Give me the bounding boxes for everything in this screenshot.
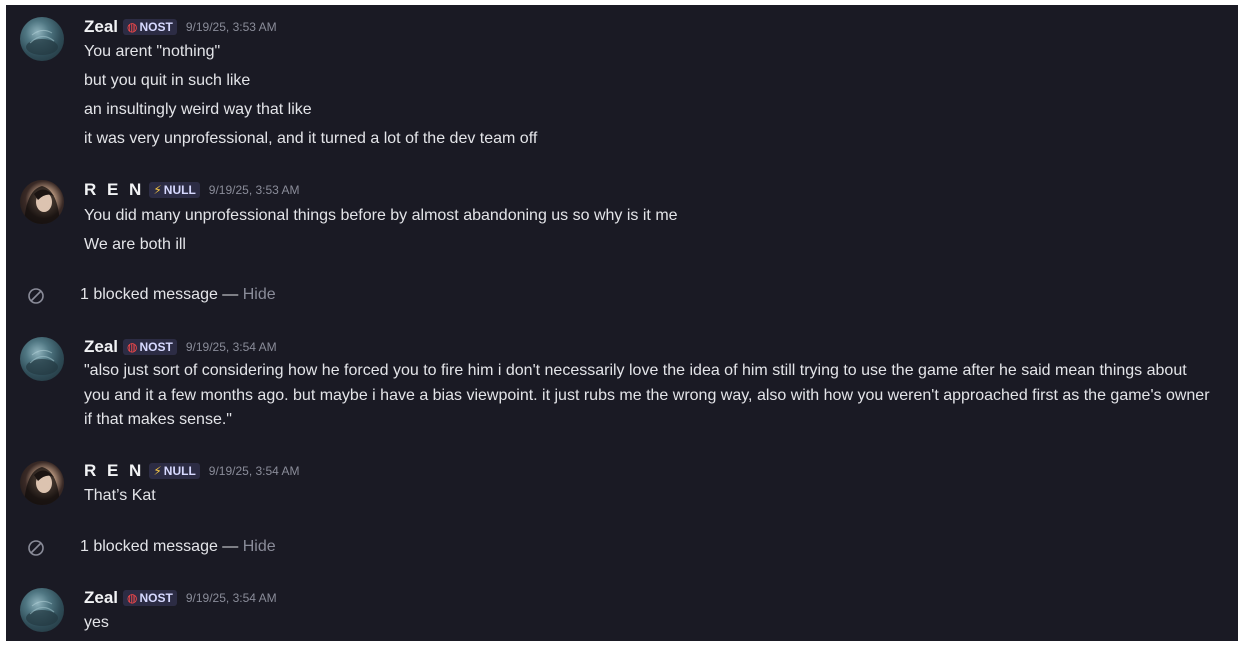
ring-icon: ◍ [127,591,138,605]
username[interactable]: Zeal [84,588,118,608]
server-tag[interactable]: ◍ NOST [123,339,177,355]
avatar[interactable] [20,461,64,505]
timestamp: 9/19/25, 3:54 AM [185,591,277,605]
server-tag[interactable]: ◍ NOST [123,590,177,606]
username[interactable]: Zeal [84,337,118,357]
message-text: yes [84,614,109,631]
blocked-message-row: 1 blocked message — Hide [6,537,1238,559]
server-tag[interactable]: ⚡ NULL [149,463,200,479]
timestamp: 9/19/25, 3:54 AM [185,340,277,354]
message-text: That’s Kat [84,487,156,504]
blocked-icon [28,540,44,556]
ring-icon: ◍ [127,340,138,354]
lightning-icon: ⚡ [153,183,162,197]
message-header: Zeal ◍ NOST 9/19/25, 3:54 AM [84,588,277,608]
timestamp: 9/19/25, 3:54 AM [208,464,300,478]
timestamp: 9/19/25, 3:53 AM [208,183,300,197]
message-header: R E N ⚡ NULL 9/19/25, 3:54 AM [84,461,300,481]
server-tag[interactable]: ◍ NOST [123,19,177,35]
avatar[interactable] [20,337,64,381]
blocked-message-row: 1 blocked message — Hide [6,285,1238,307]
blocked-message-label: 1 blocked message — Hide [80,286,276,303]
message-header: R E N ⚡ NULL 9/19/25, 3:53 AM [84,180,300,200]
blocked-message-label: 1 blocked message — Hide [80,538,276,555]
avatar[interactable] [20,588,64,632]
blocked-icon [28,288,44,304]
message-header: Zeal ◍ NOST 9/19/25, 3:54 AM [84,337,277,357]
timestamp: 9/19/25, 3:53 AM [185,20,277,34]
message-header: Zeal ◍ NOST 9/19/25, 3:53 AM [84,17,277,37]
avatar[interactable] [20,180,64,224]
hide-blocked-link[interactable]: Hide [243,286,276,303]
username[interactable]: Zeal [84,17,118,37]
avatar[interactable] [20,17,64,61]
message-text: You did many unprofessional things befor… [84,207,678,224]
lightning-icon: ⚡ [153,464,162,478]
message-text: "also just sort of considering how he fo… [84,362,1210,428]
hide-blocked-link[interactable]: Hide [243,538,276,555]
chat-message-list: Zeal ◍ NOST 9/19/25, 3:53 AM You arent "n… [6,5,1238,641]
message-text: We are both ill [84,236,186,253]
server-tag[interactable]: ⚡ NULL [149,182,200,198]
ring-icon: ◍ [127,20,138,34]
message-text: it was very unprofessional, and it turne… [84,130,538,147]
username[interactable]: R E N [84,461,144,481]
message-text: You arent "nothing" [84,43,221,60]
message-text: an insultingly weird way that like [84,101,312,118]
username[interactable]: R E N [84,180,144,200]
message-text: but you quit in such like [84,72,251,89]
